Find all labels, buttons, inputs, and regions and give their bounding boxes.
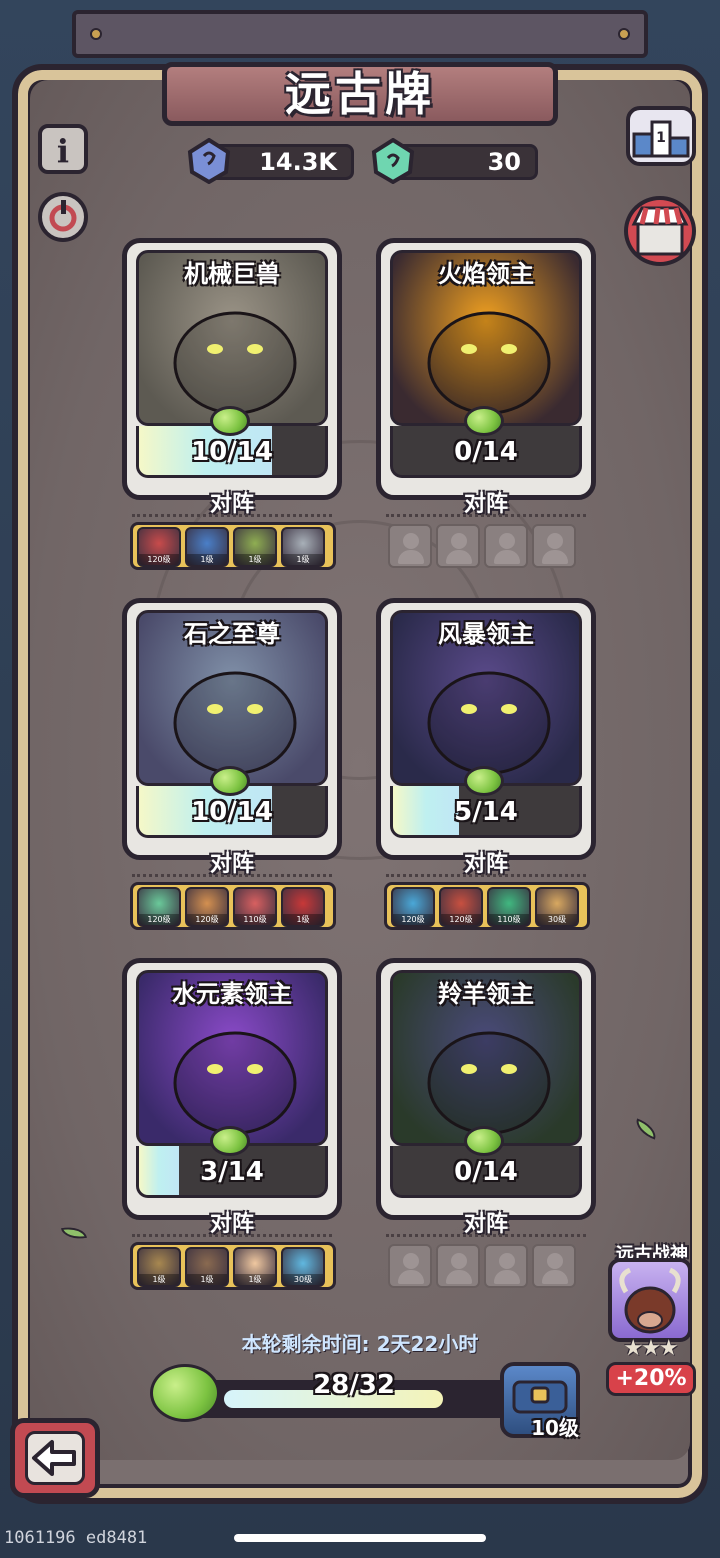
hero-level: 110级: [235, 914, 275, 925]
hero-slot[interactable]: 1级: [185, 527, 229, 567]
empty-hero-slot[interactable]: [436, 524, 480, 568]
green-bean-icon: [210, 406, 250, 436]
lineup-slots[interactable]: [384, 1242, 590, 1290]
boss-card[interactable]: 机械巨兽 10/14: [122, 238, 342, 500]
boss-card[interactable]: 石之至尊 10/14: [122, 598, 342, 860]
frame-top-bar: [72, 10, 648, 58]
boss-card[interactable]: 火焰领主 0/14: [376, 238, 596, 500]
ranking-button[interactable]: 1: [626, 106, 696, 166]
hero-slot[interactable]: 120级: [439, 887, 483, 927]
boss-name: 羚羊领主: [438, 980, 534, 1008]
green-bean-icon: [210, 1126, 250, 1156]
hero-level: 30级: [283, 1274, 323, 1285]
hero-level: 1级: [283, 914, 323, 925]
hero-level: 1级: [235, 554, 275, 565]
level-label: 10级: [531, 1416, 579, 1440]
hero-level: 120级: [441, 914, 481, 925]
hero-slot[interactable]: 1级: [233, 1247, 277, 1287]
hero-level: 120级: [139, 554, 179, 565]
divider: [386, 514, 586, 517]
hero-slot[interactable]: 120级: [391, 887, 435, 927]
back-button[interactable]: [10, 1418, 100, 1498]
hero-level: 120级: [187, 914, 227, 925]
hero-level: 1级: [235, 1274, 275, 1285]
hero-slot[interactable]: 30级: [535, 887, 579, 927]
empty-hero-slot[interactable]: [532, 524, 576, 568]
lineup-slots[interactable]: 120级 120级 110级 30级: [384, 882, 590, 930]
lineup-slots[interactable]: [384, 522, 590, 570]
empty-hero-slot[interactable]: [388, 524, 432, 568]
empty-hero-slot[interactable]: [484, 524, 528, 568]
boss-card[interactable]: 羚羊领主 0/14: [376, 958, 596, 1220]
hero-level: 1级: [187, 554, 227, 565]
shop-icon: [631, 206, 689, 256]
divider: [132, 874, 332, 877]
hero-slot[interactable]: 120级: [185, 887, 229, 927]
info-icon: i: [57, 132, 69, 170]
hero-level: 120级: [393, 914, 433, 925]
empty-hero-slot[interactable]: [532, 1244, 576, 1288]
divider: [132, 514, 332, 517]
info-button[interactable]: i: [38, 124, 88, 174]
bonus-hero-portrait[interactable]: [608, 1258, 692, 1342]
build-id: 1061196 ed8481: [4, 1528, 148, 1548]
page-title: 远古牌: [285, 67, 435, 121]
back-arrow-icon: [32, 1440, 76, 1476]
hero-level: 1级: [187, 1274, 227, 1285]
green-crystal-icon: [371, 138, 415, 184]
hero-slot[interactable]: 120级: [137, 527, 181, 567]
divider: [386, 1234, 586, 1237]
hero-slot[interactable]: 1级: [185, 1247, 229, 1287]
divider: [386, 874, 586, 877]
boss-name: 风暴领主: [438, 620, 534, 648]
minotaur-portrait: [619, 1267, 681, 1334]
boss-name: 机械巨兽: [184, 260, 280, 288]
boss-card[interactable]: 水元素领主 3/14: [122, 958, 342, 1220]
bonus-percent: +20%: [606, 1362, 696, 1396]
boss-name: 石之至尊: [184, 620, 280, 648]
shop-button[interactable]: [624, 196, 696, 266]
svg-text:1: 1: [656, 130, 666, 146]
hero-slot[interactable]: 110级: [487, 887, 531, 927]
hero-slot[interactable]: 1级: [137, 1247, 181, 1287]
boss-name: 水元素领主: [172, 980, 292, 1008]
svg-text:i: i: [57, 132, 69, 170]
hero-level: 1级: [283, 554, 323, 565]
bean-progress-text: 28/32: [313, 1370, 395, 1400]
refresh-icon: [49, 200, 77, 232]
lineup-slots[interactable]: 120级 1级 1级 1级: [130, 522, 336, 570]
blue-crystal-icon: [187, 138, 231, 184]
ranking-podium-icon: 1: [632, 120, 690, 158]
bonus-stars: ★★★: [623, 1336, 678, 1361]
lineup-slots[interactable]: 120级 120级 110级 1级: [130, 882, 336, 930]
hero-slot[interactable]: 30级: [281, 1247, 325, 1287]
empty-hero-slot[interactable]: [388, 1244, 432, 1288]
lineup-slots[interactable]: 1级 1级 1级 30级: [130, 1242, 336, 1290]
hero-slot[interactable]: 110级: [233, 887, 277, 927]
hero-slot[interactable]: 120级: [137, 887, 181, 927]
empty-hero-slot[interactable]: [436, 1244, 480, 1288]
hero-level: 120级: [139, 914, 179, 925]
refresh-button[interactable]: [38, 192, 88, 242]
home-indicator[interactable]: [234, 1534, 486, 1542]
boss-name: 火焰领主: [438, 260, 534, 288]
hero-level: 1级: [139, 1274, 179, 1285]
hero-level: 110级: [489, 914, 529, 925]
divider: [132, 1234, 332, 1237]
hero-slot[interactable]: 1级: [281, 527, 325, 567]
hero-slot[interactable]: 1级: [233, 527, 277, 567]
hero-level: 30级: [537, 914, 577, 925]
green-bean-icon: [464, 406, 504, 436]
green-bean-icon: [464, 766, 504, 796]
hero-slot[interactable]: 1级: [281, 887, 325, 927]
empty-hero-slot[interactable]: [484, 1244, 528, 1288]
green-bean-icon: [464, 1126, 504, 1156]
green-bean-icon: [210, 766, 250, 796]
boss-card[interactable]: 风暴领主 5/14: [376, 598, 596, 860]
